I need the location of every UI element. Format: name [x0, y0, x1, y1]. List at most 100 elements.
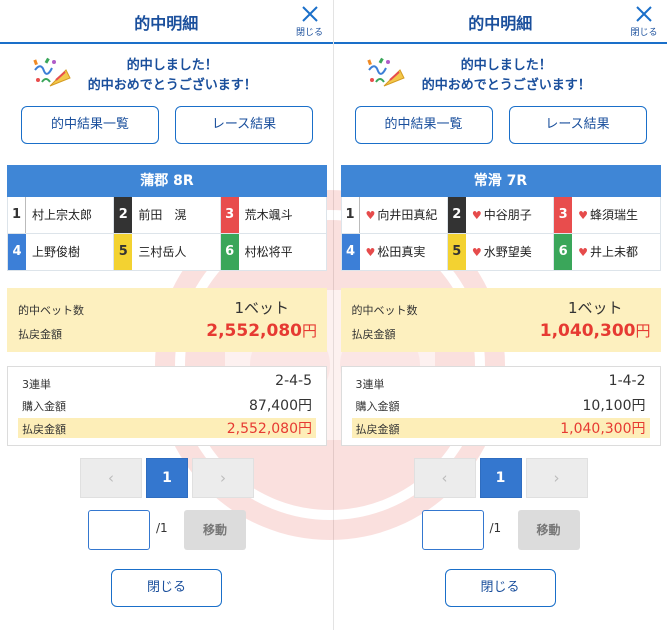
yen-unit: 円 [635, 322, 651, 340]
boat-number: 1 [341, 197, 360, 233]
bet-type: 3連単 [355, 378, 385, 391]
payout-label: 払戻金額 [355, 423, 400, 436]
player-cell: 1 村上宗太郎 [8, 197, 115, 234]
player-cell: 5 三村岳人 [114, 234, 221, 271]
page-number-input[interactable] [421, 510, 484, 550]
boat-number: 5 [114, 234, 133, 270]
congrats-message: 的中しました！ 的中おめでとうございます！ [0, 44, 333, 100]
player-name: 松田真実 [377, 245, 426, 259]
close-button[interactable]: 閉じる [444, 569, 556, 607]
close-header-button[interactable]: 閉じる [627, 4, 661, 40]
boat-number: 6 [220, 234, 239, 270]
split-view: 的中明細 閉じる 的中しました！ 的中おめでとうございます！ 的中結果一覧 レー… [0, 0, 667, 630]
payout-amount: 2,552,080円 [226, 421, 312, 437]
hit-bets-label: 的中ベット数 [351, 304, 418, 317]
boat-number: 3 [220, 197, 239, 233]
payout-amount: 1,040,300円 [560, 421, 646, 437]
close-header-button[interactable]: 閉じる [293, 4, 327, 40]
hit-result-list-button[interactable]: 的中結果一覧 [354, 106, 493, 144]
result-buttons: 的中結果一覧 レース結果 [0, 100, 333, 162]
payout-label: 払戻金額 [351, 328, 396, 341]
bet-combination: 2-4-5 [275, 373, 312, 389]
race-card: 常滑 7R 1 ♥ 向井田真紀 2 ♥ 中谷朋子 3 ♥ 蜂須瑞生 4 ♥ 松田真実 5 ♥ 水野望… [340, 165, 661, 271]
bet-type-row: 3連単 1-4-2 [352, 373, 650, 393]
congrats-line1: 的中しました！ [460, 58, 552, 73]
hit-result-list-button[interactable]: 的中結果一覧 [21, 106, 159, 144]
player-name: 向井田真紀 [377, 208, 438, 222]
hit-summary: 的中ベット数 1ベット 払戻金額 1,040,300円 [340, 288, 661, 352]
player-name: 前田 滉 [138, 208, 187, 222]
page-number-input[interactable] [88, 510, 150, 550]
page-title: 的中明細 [468, 14, 533, 33]
congrats-line2: 的中おめでとうございます！ [87, 78, 257, 93]
heart-icon: ♥ [471, 209, 482, 222]
player-name-wrap: ♥ 水野望美 [472, 234, 532, 270]
purchase-amount: 10,100円 [582, 398, 646, 414]
boat-number: 6 [554, 234, 573, 270]
player-name: 上野俊樹 [32, 245, 81, 259]
congrats-line1: 的中しました！ [126, 58, 218, 73]
move-button[interactable]: 移動 [184, 510, 246, 550]
player-name: 水野望美 [483, 245, 532, 259]
current-page-button[interactable]: 1 [479, 458, 522, 498]
move-button[interactable]: 移動 [517, 510, 580, 550]
player-cell: 3 ♥ 蜂須瑞生 [554, 197, 661, 234]
congrats-line2: 的中おめでとうございます！ [421, 78, 591, 93]
bet-type: 3連単 [22, 378, 51, 391]
hit-detail-panel-right: 的中明細 閉じる 的中しました！ 的中おめでとうございます！ 的中結果一覧 レー… [333, 0, 667, 630]
payout-amount: 2,552,080 [206, 321, 302, 341]
player-name: 中谷朋子 [483, 208, 532, 222]
page-title: 的中明細 [134, 14, 199, 33]
player-cell: 5 ♥ 水野望美 [447, 234, 555, 271]
player-name-wrap: ♥ 中谷朋子 [472, 197, 532, 233]
prev-page-button[interactable]: ‹ [413, 458, 476, 498]
boat-number: 1 [8, 197, 26, 233]
race-result-button[interactable]: レース結果 [175, 106, 313, 144]
next-page-button[interactable]: › [192, 458, 254, 498]
boat-number: 4 [341, 234, 360, 270]
boat-number: 2 [447, 197, 466, 233]
hit-bets-value: 1ベット [234, 299, 289, 317]
player-name-wrap: ♥ 向井田真紀 [366, 197, 438, 233]
race-name: 蒲郡 8R [7, 165, 327, 197]
next-page-button[interactable]: › [525, 458, 588, 498]
congrats-message: 的中しました！ 的中おめでとうございます！ [334, 44, 667, 100]
page-total: /1 [156, 521, 168, 535]
player-name: 三村岳人 [138, 245, 187, 259]
heart-icon: ♥ [365, 209, 376, 222]
boat-number: 3 [554, 197, 573, 233]
race-name: 常滑 7R [340, 165, 661, 197]
bet-type-row: 3連単 2-4-5 [18, 373, 316, 393]
player-name-wrap: ♥ 井上未都 [578, 234, 638, 270]
player-cell: 4 ♥ 松田真実 [341, 234, 448, 271]
purchase-label: 購入金額 [355, 400, 400, 413]
player-name: 荒木颯斗 [244, 208, 293, 222]
player-name-wrap: ♥ 蜂須瑞生 [578, 197, 638, 233]
hit-bets-value: 1ベット [567, 299, 623, 317]
boat-number: 2 [114, 197, 133, 233]
header: 的中明細 閉じる [0, 0, 333, 44]
race-result-button[interactable]: レース結果 [508, 106, 647, 144]
bet-detail: 3連単 2-4-5 購入金額 87,400円 払戻金額 2,552,080円 [7, 366, 327, 446]
boat-number: 5 [447, 234, 466, 270]
player-cell: 6 ♥ 井上未都 [554, 234, 661, 271]
payout-row: 払戻金額 2,552,080円 [18, 418, 316, 438]
player-cell: 1 ♥ 向井田真紀 [341, 197, 448, 234]
player-cell: 2 前田 滉 [114, 197, 221, 234]
player-cell: 3 荒木颯斗 [220, 197, 327, 234]
heart-icon: ♥ [578, 246, 589, 259]
heart-icon: ♥ [578, 209, 589, 222]
payout-label: 払戻金額 [18, 328, 62, 341]
close-icon [636, 6, 652, 22]
hit-detail-panel-left: 的中明細 閉じる 的中しました！ 的中おめでとうございます！ 的中結果一覧 レー… [0, 0, 334, 630]
hit-bets-label: 的中ベット数 [18, 304, 84, 317]
purchase-amount: 87,400円 [249, 398, 312, 414]
close-button[interactable]: 閉じる [111, 569, 222, 607]
current-page-button[interactable]: 1 [146, 458, 188, 498]
prev-page-button[interactable]: ‹ [80, 458, 142, 498]
purchase-label: 購入金額 [22, 400, 66, 413]
player-name: 井上未都 [590, 245, 639, 259]
hit-summary: 的中ベット数 1ベット 払戻金額 2,552,080円 [7, 288, 327, 352]
header: 的中明細 閉じる [333, 0, 667, 44]
purchase-row: 購入金額 87,400円 [18, 395, 316, 415]
